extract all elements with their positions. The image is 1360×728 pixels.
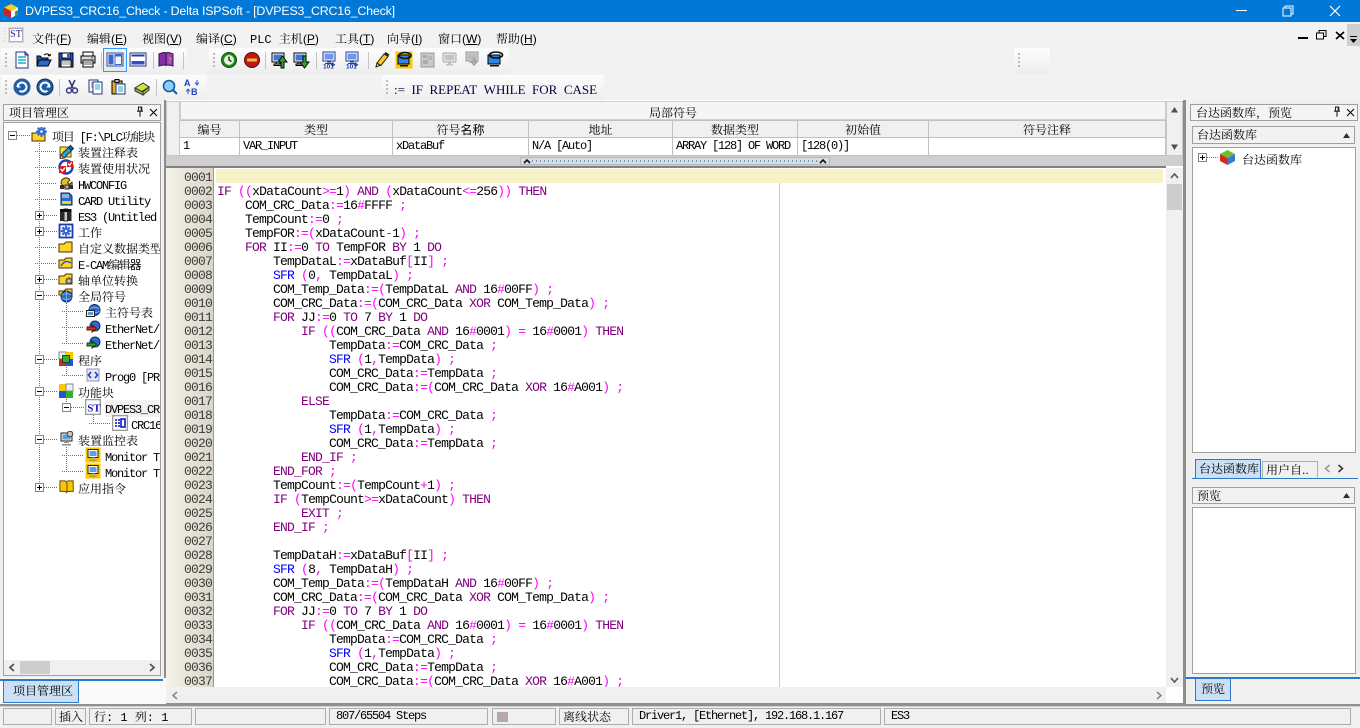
svg-text:A: A — [184, 78, 191, 88]
svg-text:?: ? — [168, 56, 172, 65]
svg-text:B: B — [191, 87, 198, 96]
svg-text:ST: ST — [87, 403, 101, 415]
